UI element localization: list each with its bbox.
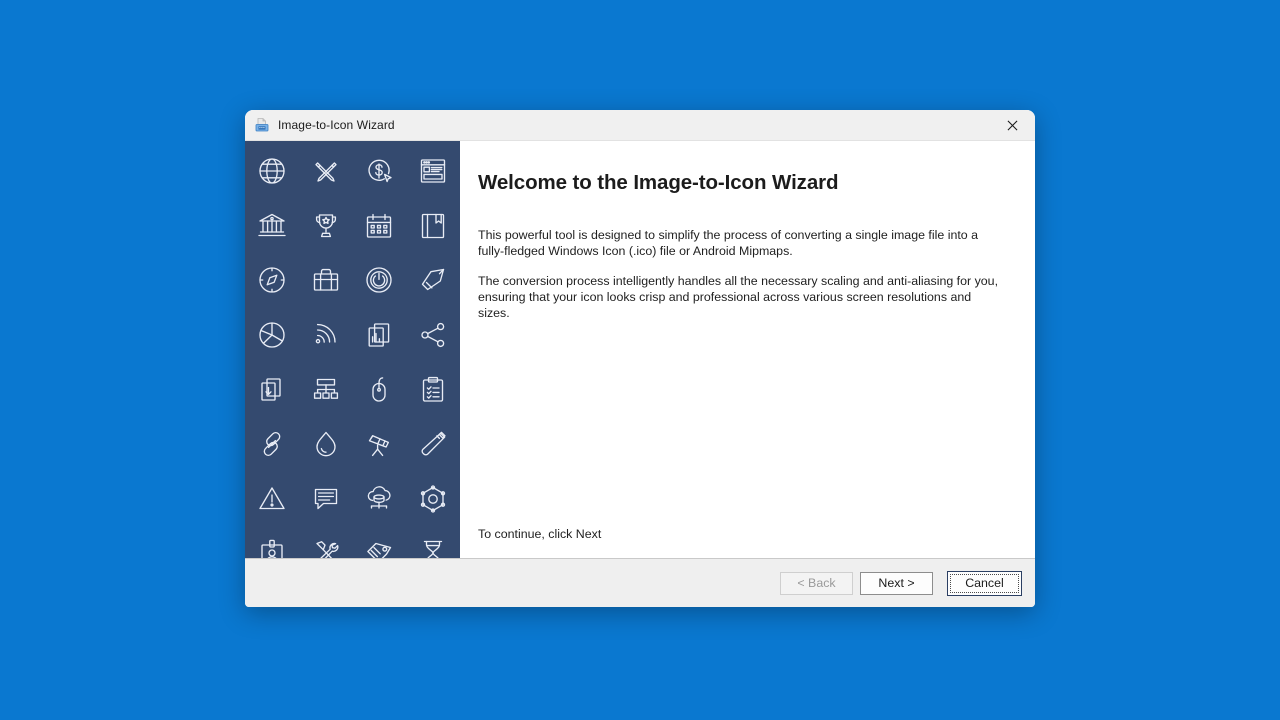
sitemap-hierarchy-icon <box>299 362 353 417</box>
usb-flash-drive-icon <box>406 417 460 472</box>
warning-triangle-icon <box>245 472 299 527</box>
pen-pencil-cross-icon <box>299 144 353 199</box>
clipboard-checklist-icon <box>406 362 460 417</box>
hourglass-icon <box>406 526 460 558</box>
calendar-icon <box>353 199 407 254</box>
wizard-window: Image-to-Icon Wizard Welcome to the Imag… <box>245 110 1035 607</box>
briefcase-icon <box>299 253 353 308</box>
cancel-button-focus-ring: Cancel <box>947 570 1022 596</box>
compass-icon <box>245 253 299 308</box>
bank-building-icon <box>245 199 299 254</box>
close-icon[interactable] <box>989 110 1035 140</box>
footer-button-bar: < Back Next > Cancel <box>245 558 1035 607</box>
window-title: Image-to-Icon Wizard <box>278 118 395 132</box>
printer-scanner-icon <box>254 117 270 133</box>
tag-icon <box>406 253 460 308</box>
pie-chart-icon <box>245 308 299 363</box>
next-button[interactable]: Next > <box>860 571 933 595</box>
hammer-wrench-tools-icon <box>299 526 353 558</box>
power-button-icon <box>353 253 407 308</box>
back-button[interactable]: < Back <box>780 571 853 595</box>
bar-chart-document-icon <box>353 308 407 363</box>
price-tag-icon <box>353 526 407 558</box>
browser-window-icon <box>406 144 460 199</box>
hexagon-network-icon <box>406 472 460 527</box>
intro-paragraph-2: The conversion process intelligently han… <box>478 274 999 320</box>
page-title: Welcome to the Image-to-Icon Wizard <box>478 171 839 194</box>
title-bar: Image-to-Icon Wizard <box>245 110 1035 141</box>
document-download-icon <box>245 362 299 417</box>
globe-icon <box>245 144 299 199</box>
rss-signal-icon <box>299 308 353 363</box>
window-body: Welcome to the Image-to-Icon Wizard This… <box>245 141 1035 558</box>
cancel-button[interactable]: Cancel <box>950 573 1019 593</box>
chat-bubble-icon <box>299 472 353 527</box>
trophy-icon <box>299 199 353 254</box>
share-network-icon <box>406 308 460 363</box>
continue-note: To continue, click Next <box>478 527 602 541</box>
book-bookmark-icon <box>406 199 460 254</box>
telescope-icon <box>353 417 407 472</box>
chain-link-icon <box>245 417 299 472</box>
dollar-cursor-icon <box>353 144 407 199</box>
intro-paragraph-1: This powerful tool is designed to simpli… <box>478 228 979 258</box>
id-badge-icon <box>245 526 299 558</box>
water-drop-icon <box>299 417 353 472</box>
cloud-database-icon <box>353 472 407 527</box>
icon-sidebar <box>245 141 460 558</box>
content-panel: Welcome to the Image-to-Icon Wizard This… <box>460 141 1035 558</box>
computer-mouse-icon <box>353 362 407 417</box>
